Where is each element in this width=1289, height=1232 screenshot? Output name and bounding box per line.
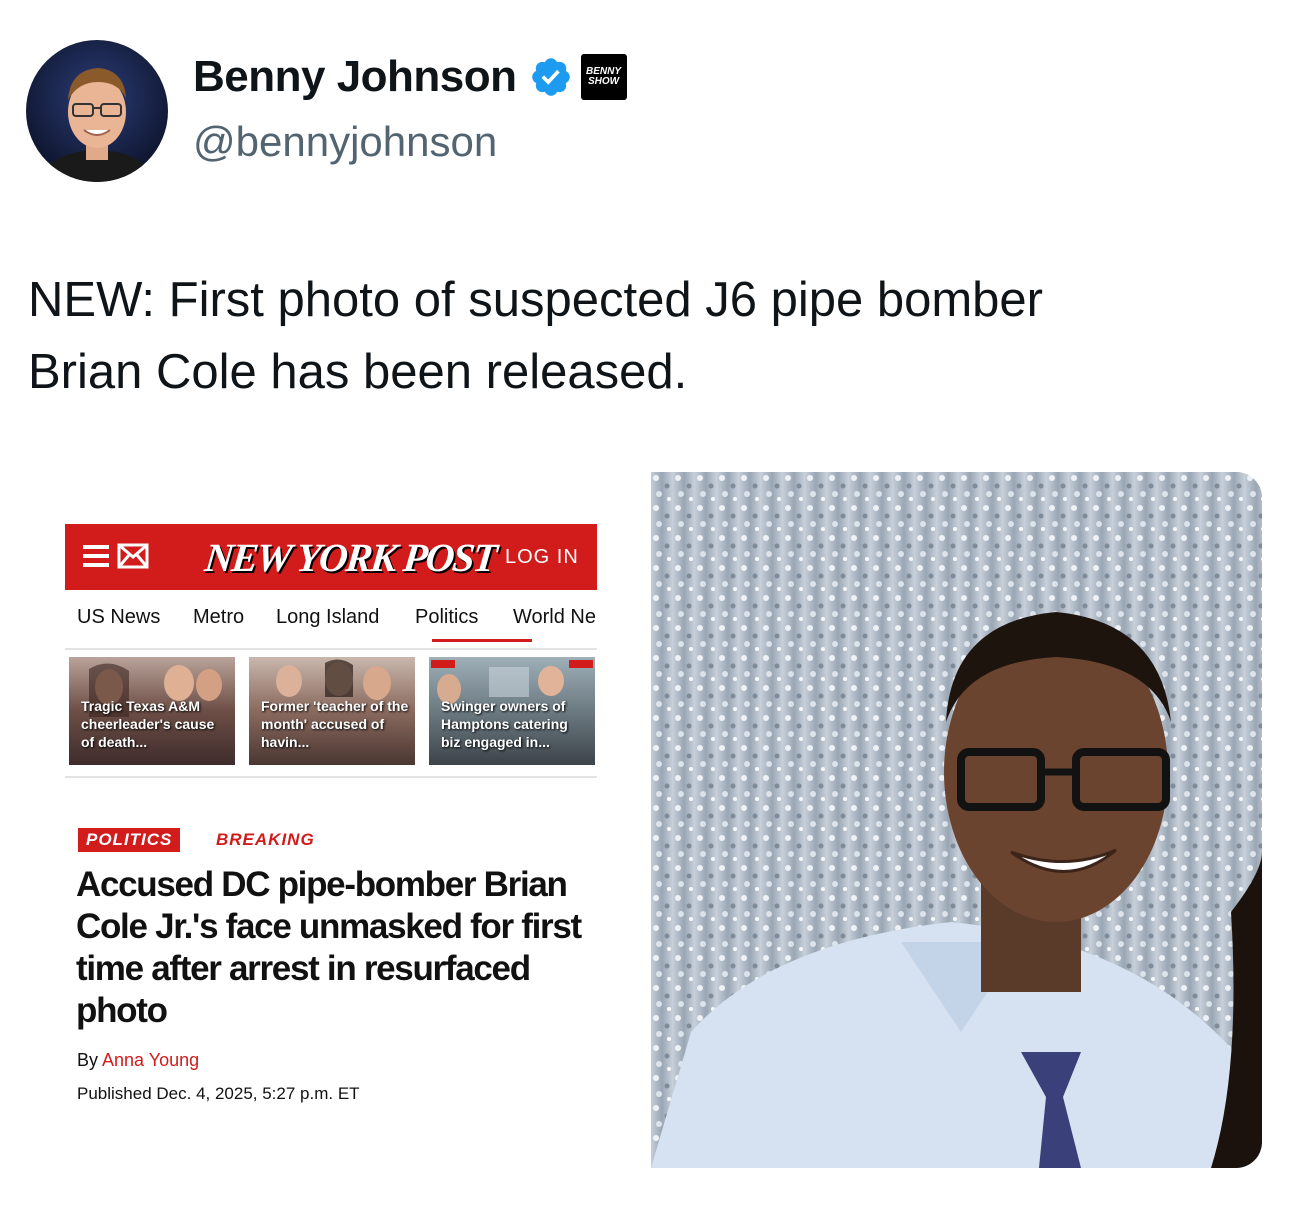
thumbnail-story-2: Former 'teacher of the month' accused of… bbox=[249, 657, 415, 765]
nypost-header: NEW YORK POST LOG IN bbox=[65, 524, 597, 590]
author-handle[interactable]: @bennyjohnson bbox=[193, 118, 497, 166]
nav-item-world-news: World Ne bbox=[513, 606, 596, 628]
divider bbox=[65, 648, 597, 650]
tweet-media: NEW YORK POST LOG IN US News Metro Long … bbox=[30, 472, 1262, 1168]
article-byline: By Anna Young bbox=[77, 1050, 199, 1071]
author-avatar[interactable] bbox=[26, 40, 168, 182]
article-author: Anna Young bbox=[102, 1050, 200, 1070]
breaking-label: BREAKING bbox=[216, 830, 315, 849]
author-name-row: Benny Johnson BENNY SHOW bbox=[193, 52, 627, 102]
nav-item-long-island: Long Island bbox=[276, 606, 380, 628]
divider bbox=[65, 776, 597, 778]
thumbnail-caption-1: Tragic Texas A&M cheerleader's cause of … bbox=[81, 698, 215, 750]
byline-prefix: By bbox=[77, 1050, 99, 1070]
media-article-screenshot[interactable]: NEW YORK POST LOG IN US News Metro Long … bbox=[30, 472, 649, 1168]
nav-item-us-news: US News bbox=[77, 606, 161, 628]
section-tag-politics: POLITICS bbox=[78, 828, 181, 852]
verified-badge-icon[interactable] bbox=[529, 55, 573, 99]
author-display-name[interactable]: Benny Johnson bbox=[193, 52, 517, 102]
portrait-photo bbox=[651, 472, 1262, 1168]
thumbnail-story-3: Swinger owners of Hamptons catering biz … bbox=[429, 657, 595, 765]
article-published-date: Published Dec. 4, 2025, 5:27 p.m. ET bbox=[77, 1084, 360, 1103]
nav-item-politics: Politics bbox=[415, 606, 479, 628]
article-headline: Accused DC pipe-bomber Brian Cole Jr.'s … bbox=[76, 865, 582, 1030]
nypost-logo: NEW YORK POST bbox=[202, 535, 498, 580]
nav-item-metro: Metro bbox=[193, 606, 245, 628]
nypost-nav: US News Metro Long Island Politics World… bbox=[65, 602, 597, 642]
thumbnail-caption-3: Swinger owners of Hamptons catering biz … bbox=[441, 698, 568, 750]
affiliate-badge-icon[interactable]: BENNY SHOW bbox=[580, 54, 627, 100]
avatar-portrait bbox=[36, 68, 158, 182]
mail-icon bbox=[117, 543, 149, 569]
media-photo[interactable] bbox=[651, 472, 1262, 1168]
affiliate-badge-line2: SHOW bbox=[587, 76, 620, 87]
thumbnail-story-1: Tragic Texas A&M cheerleader's cause of … bbox=[69, 657, 235, 765]
tweet-text-line1: NEW: First photo of suspected J6 pipe bo… bbox=[28, 273, 1043, 327]
thumbnail-caption-2: Former 'teacher of the month' accused of… bbox=[261, 698, 409, 750]
hamburger-menu-icon bbox=[83, 545, 109, 569]
nypost-login-link: LOG IN bbox=[505, 546, 579, 568]
tweet-text-line2: Brian Cole has been released. bbox=[28, 345, 688, 399]
tweet-text: NEW: First photo of suspected J6 pipe bo… bbox=[28, 264, 1248, 408]
active-tab-underline bbox=[432, 639, 532, 642]
